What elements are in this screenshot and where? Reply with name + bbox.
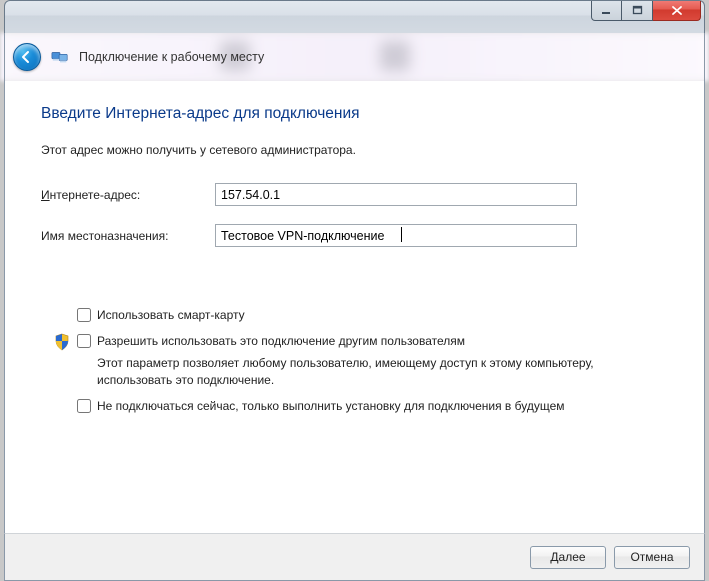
minimize-button[interactable] [591, 1, 622, 21]
cancel-button[interactable]: Отмена [614, 546, 690, 569]
wizard-title: Подключение к рабочему месту [79, 50, 264, 64]
share-connection-checkbox[interactable] [77, 334, 91, 348]
workplace-icon [51, 48, 69, 66]
connect-later-checkbox[interactable] [77, 399, 91, 413]
close-icon [671, 5, 683, 16]
internet-address-input[interactable] [215, 183, 577, 206]
next-button[interactable]: Далее [530, 546, 606, 569]
smartcard-label: Использовать смарт-карту [97, 307, 245, 323]
destination-name-row: Имя местоназначения: [41, 224, 668, 247]
destination-name-input[interactable] [215, 224, 577, 247]
back-button[interactable] [13, 43, 41, 71]
shield-icon [53, 333, 71, 351]
share-connection-row: Разрешить использовать это подключение д… [77, 333, 668, 349]
maximize-icon [632, 5, 643, 16]
back-arrow-icon [19, 49, 35, 65]
wizard-window: Подключение к рабочему месту Введите Инт… [4, 0, 705, 581]
title-bar [4, 0, 705, 33]
close-button[interactable] [653, 1, 701, 21]
minimize-icon [601, 5, 612, 16]
share-connection-description: Этот параметр позволяет любому пользоват… [97, 355, 668, 387]
wizard-content: Введите Интернета-адрес для подключения … [4, 81, 705, 533]
options-group: Использовать смарт-карту Разрешить испол… [41, 307, 668, 424]
smartcard-row: Использовать смарт-карту [77, 307, 668, 323]
wizard-footer: Далее Отмена [4, 533, 705, 581]
destination-name-label: Имя местоназначения: [41, 229, 215, 243]
maximize-button[interactable] [622, 1, 653, 21]
wizard-header: Подключение к рабочему месту [4, 33, 705, 81]
share-connection-label: Разрешить использовать это подключение д… [97, 333, 465, 349]
internet-address-row: Интернете-адрес: [41, 183, 668, 206]
page-subtext: Этот адрес можно получить у сетевого адм… [41, 143, 668, 157]
internet-address-label: Интернете-адрес: [41, 188, 215, 202]
connect-later-row: Не подключаться сейчас, только выполнить… [77, 398, 668, 414]
smartcard-checkbox[interactable] [77, 308, 91, 322]
page-heading: Введите Интернета-адрес для подключения [41, 105, 668, 123]
connect-later-label: Не подключаться сейчас, только выполнить… [97, 398, 565, 414]
